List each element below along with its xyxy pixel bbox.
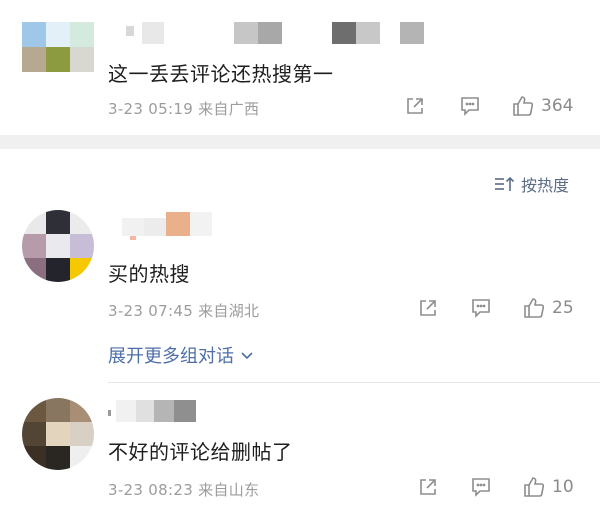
like-button[interactable]: 10 (522, 475, 574, 499)
comment-meta: 3-23 05:19 来自广西 (108, 100, 260, 118)
avatar[interactable] (22, 398, 94, 470)
username-redacted[interactable] (118, 212, 218, 242)
comment-button[interactable] (470, 297, 492, 319)
like-button[interactable]: 364 (511, 94, 573, 118)
comment-button[interactable] (470, 476, 492, 498)
sort-icon (495, 176, 515, 191)
like-count: 10 (552, 477, 574, 497)
comment-button[interactable] (459, 95, 481, 117)
avatar[interactable] (22, 210, 94, 282)
comment-text: 不好的评论给删帖了 (108, 440, 293, 464)
share-icon (420, 479, 436, 495)
share-button[interactable] (417, 297, 439, 319)
expand-label: 展开更多组对话 (108, 346, 234, 367)
sort-by-hot-button[interactable]: 按热度 (493, 172, 569, 196)
comment-text: 这一丢丢评论还热搜第一 (108, 62, 334, 86)
share-icon (407, 98, 423, 114)
avatar[interactable] (22, 22, 94, 72)
username-redacted[interactable] (108, 400, 198, 426)
comment-icon (461, 97, 479, 116)
comment-icon (472, 299, 490, 318)
comment-text: 买的热搜 (108, 262, 190, 286)
comment-meta: 3-23 07:45 来自湖北 (108, 302, 260, 320)
expand-more-replies-link[interactable]: 展开更多组对话 (108, 342, 256, 368)
like-count: 364 (541, 96, 574, 116)
share-button[interactable] (417, 476, 439, 498)
sort-label: 按热度 (521, 176, 570, 195)
comment-meta: 3-23 08:23 来自山东 (108, 481, 260, 499)
username-redacted[interactable] (118, 22, 438, 48)
share-button[interactable] (404, 95, 426, 117)
share-icon (420, 300, 436, 316)
comment-icon (472, 478, 490, 497)
like-button[interactable]: 25 (522, 296, 574, 320)
chevron-down-icon (241, 352, 253, 360)
section-divider (0, 135, 600, 149)
thumbs-up-icon (524, 298, 545, 318)
like-count: 25 (552, 298, 574, 318)
comment-separator (108, 382, 600, 383)
thumbs-up-icon (524, 477, 545, 497)
thumbs-up-icon (513, 96, 534, 116)
